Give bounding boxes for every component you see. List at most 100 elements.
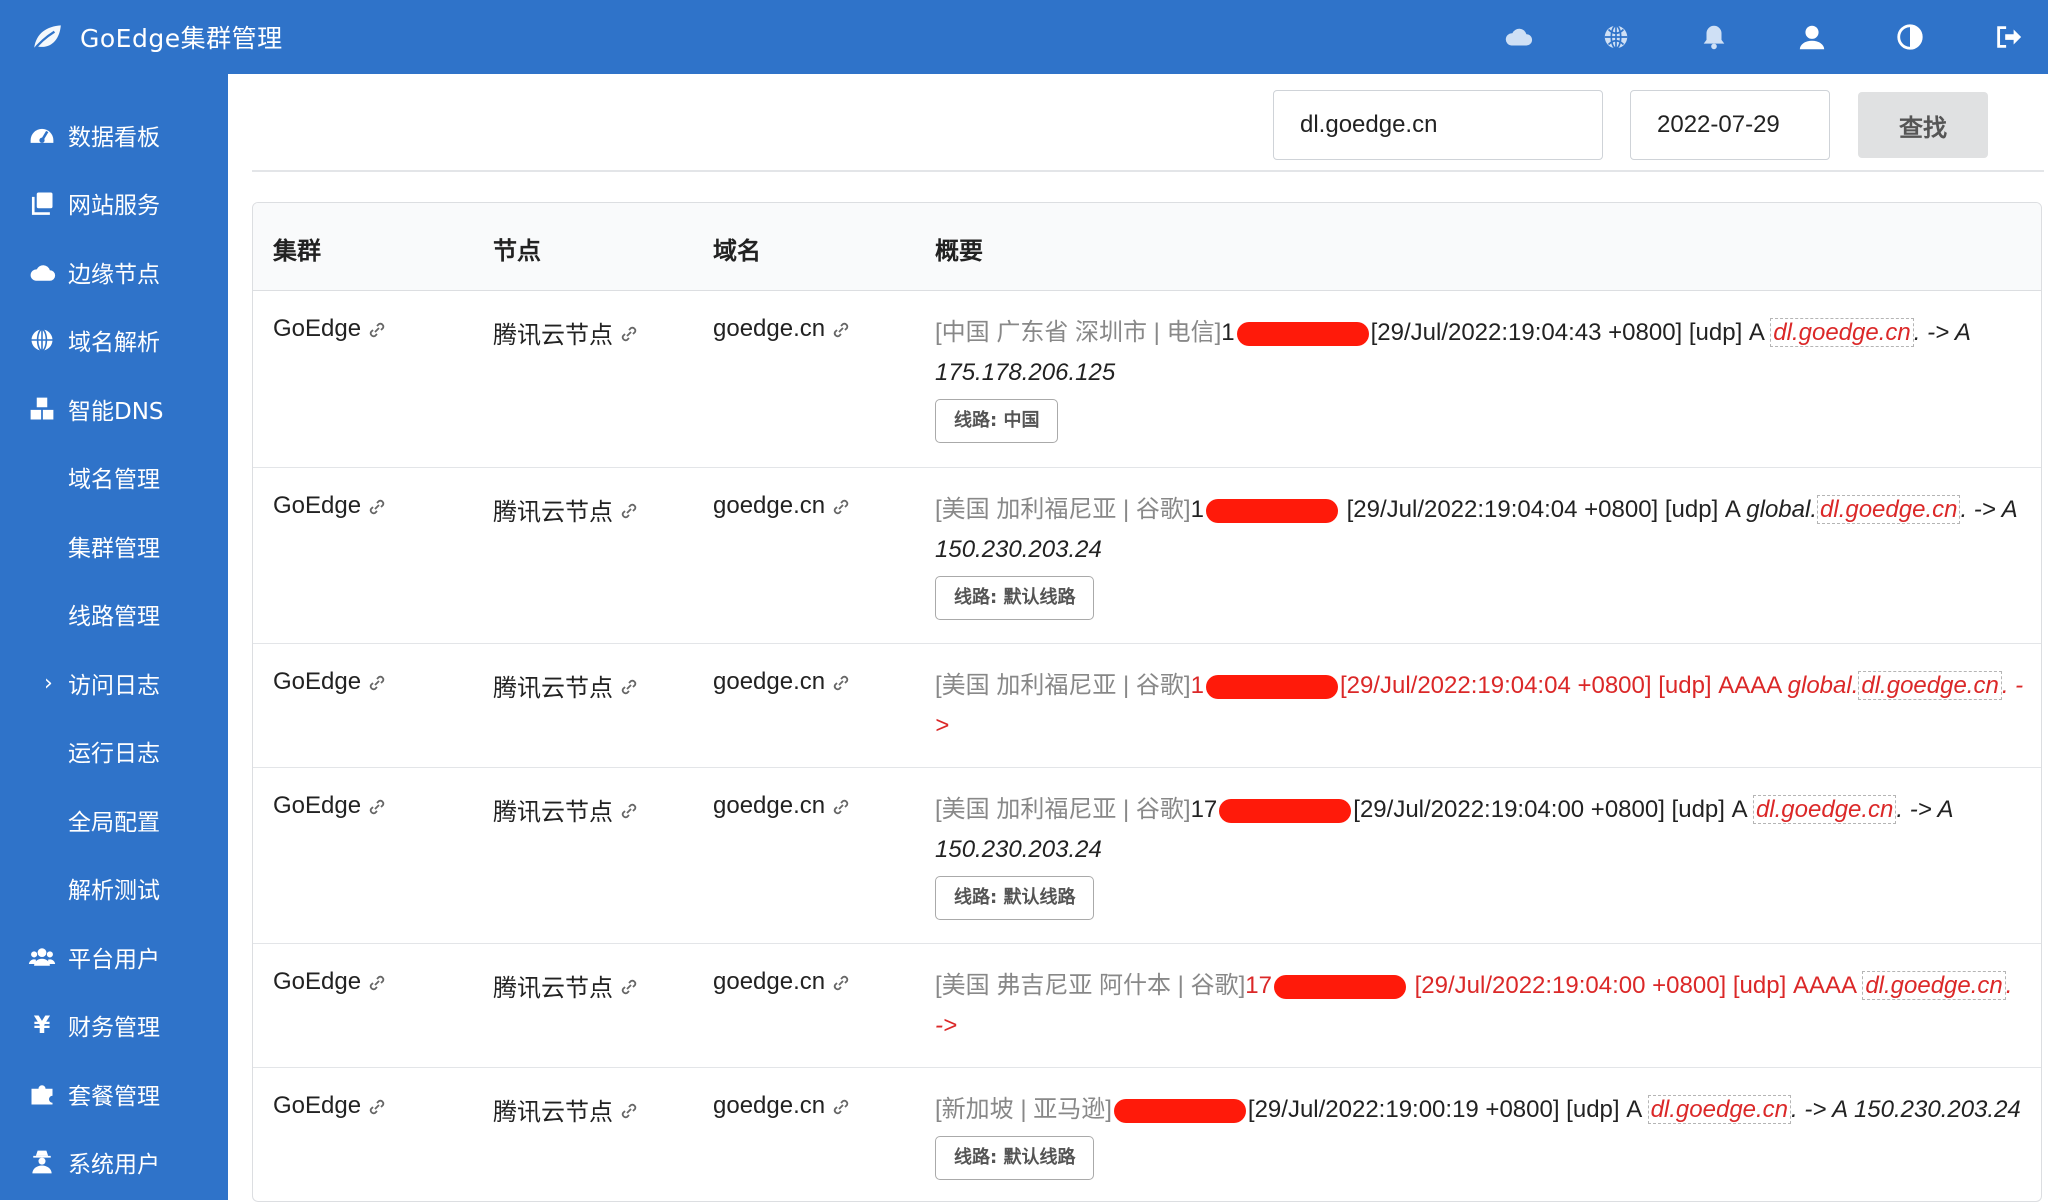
ip-fragment: 17 bbox=[1245, 972, 1272, 999]
cluster-cell[interactable]: GoEdge bbox=[273, 315, 387, 343]
location-text: [中国 广东省 深圳市 | 电信] bbox=[935, 319, 1222, 346]
cluster-cell[interactable]: GoEdge bbox=[273, 668, 387, 696]
sidebar-item-route-management[interactable]: 线路管理 bbox=[0, 584, 228, 644]
log-summary: [新加坡 | 亚马逊] [29/Jul/2022:19:00:19 +0800] … bbox=[935, 1090, 2025, 1180]
sidebar: 数据看板 网站服务 边缘节点 域名解析 智能DNS 域名管理 集群管理 线路管理… bbox=[0, 74, 228, 1200]
cluster-cell[interactable]: GoEdge bbox=[273, 968, 387, 996]
link-icon[interactable] bbox=[619, 800, 639, 820]
domain-cell[interactable]: goedge.cn bbox=[713, 1092, 851, 1120]
domain-cell-text: goedge.cn bbox=[713, 1092, 826, 1119]
yen-icon: ¥ bbox=[33, 1011, 51, 1039]
cluster-cell-text: GoEdge bbox=[273, 792, 362, 819]
link-icon[interactable] bbox=[367, 672, 387, 692]
sidebar-item-edge-nodes[interactable]: 边缘节点 bbox=[0, 242, 228, 302]
sidebar-item-dns-resolution[interactable]: 域名解析 bbox=[0, 310, 228, 370]
node-cell-text: 腾讯云节点 bbox=[493, 675, 613, 702]
ip-fragment: 1 bbox=[1190, 496, 1204, 523]
main-content: dl.goedge.cn 2022-07-29 查找 集群 节点 域名 概要 G… bbox=[228, 74, 2048, 1202]
node-cell[interactable]: 腾讯云节点 bbox=[493, 315, 639, 350]
link-icon[interactable] bbox=[831, 972, 851, 992]
link-icon[interactable] bbox=[619, 676, 639, 696]
sidebar-item-label: 解析测试 bbox=[68, 878, 160, 904]
link-icon[interactable] bbox=[367, 796, 387, 816]
sidebar-item-label: 平台用户 bbox=[68, 947, 160, 973]
cloud-icon bbox=[27, 257, 57, 287]
sidebar-item-access-logs[interactable]: › 访问日志 bbox=[0, 653, 228, 713]
link-icon[interactable] bbox=[831, 319, 851, 339]
node-cell[interactable]: 腾讯云节点 bbox=[493, 1092, 639, 1127]
link-icon[interactable] bbox=[619, 500, 639, 520]
query-domain-highlight: dl.goedge.cn bbox=[1647, 1095, 1792, 1124]
bell-icon[interactable] bbox=[1696, 19, 1732, 55]
link-icon[interactable] bbox=[831, 672, 851, 692]
link-icon[interactable] bbox=[367, 319, 387, 339]
domain-cell[interactable]: goedge.cn bbox=[713, 792, 851, 820]
sidebar-item-smart-dns[interactable]: 智能DNS bbox=[0, 379, 228, 439]
cluster-cell-text: GoEdge bbox=[273, 668, 362, 695]
sidebar-item-plans[interactable]: 套餐管理 bbox=[0, 1064, 228, 1124]
sidebar-item-run-logs[interactable]: 运行日志 bbox=[0, 721, 228, 781]
top-bar: GoEdge集群管理 bbox=[0, 0, 2048, 74]
sidebar-item-global-config[interactable]: 全局配置 bbox=[0, 790, 228, 850]
link-icon[interactable] bbox=[831, 796, 851, 816]
link-icon[interactable] bbox=[619, 976, 639, 996]
app-title: GoEdge集群管理 bbox=[80, 24, 283, 53]
node-cell-text: 腾讯云节点 bbox=[493, 975, 613, 1002]
domain-cell[interactable]: goedge.cn bbox=[713, 315, 851, 343]
search-button[interactable]: 查找 bbox=[1858, 92, 1988, 158]
domain-cell[interactable]: goedge.cn bbox=[713, 492, 851, 520]
node-cell-text: 腾讯云节点 bbox=[493, 322, 613, 349]
sidebar-item-resolve-test[interactable]: 解析测试 bbox=[0, 858, 228, 918]
link-icon[interactable] bbox=[619, 323, 639, 343]
link-icon[interactable] bbox=[367, 972, 387, 992]
user-icon[interactable] bbox=[1794, 19, 1830, 55]
domain-cell[interactable]: goedge.cn bbox=[713, 668, 851, 696]
link-icon[interactable] bbox=[367, 1096, 387, 1116]
cluster-cell-text: GoEdge bbox=[273, 492, 362, 519]
globe-icon[interactable] bbox=[1598, 19, 1634, 55]
link-icon[interactable] bbox=[619, 1100, 639, 1120]
sidebar-item-label: 访问日志 bbox=[68, 673, 160, 699]
sidebar-item-finance[interactable]: ¥ 财务管理 bbox=[0, 995, 228, 1055]
ip-fragment: 17 bbox=[1190, 796, 1218, 823]
sidebar-item-label: 智能DNS bbox=[68, 399, 164, 425]
log-summary: [中国 广东省 深圳市 | 电信]1 [29/Jul/2022:19:04:43 … bbox=[935, 313, 2025, 443]
sidebar-item-system-users[interactable]: 系统用户 bbox=[0, 1132, 228, 1192]
divider bbox=[252, 170, 2044, 172]
node-cell[interactable]: 腾讯云节点 bbox=[493, 968, 639, 1003]
link-icon[interactable] bbox=[831, 1096, 851, 1116]
cluster-cell[interactable]: GoEdge bbox=[273, 1092, 387, 1120]
table-header: 集群 节点 域名 概要 bbox=[253, 203, 2041, 291]
column-header-domain: 域名 bbox=[713, 237, 761, 265]
cloud-icon[interactable] bbox=[1500, 19, 1536, 55]
sidebar-item-domain-management[interactable]: 域名管理 bbox=[0, 447, 228, 507]
query-domain-highlight: dl.goedge.cn bbox=[1752, 795, 1897, 824]
sidebar-item-label: 线路管理 bbox=[68, 604, 160, 630]
domain-cell[interactable]: goedge.cn bbox=[713, 968, 851, 996]
sidebar-item-label: 集群管理 bbox=[68, 536, 160, 562]
table-row: GoEdge 腾讯云节点 goedge.cn [美国 加利福尼亚 | 谷歌]17 [29… bbox=[253, 768, 2041, 944]
link-icon[interactable] bbox=[367, 496, 387, 516]
node-cell[interactable]: 腾讯云节点 bbox=[493, 668, 639, 703]
log-summary: [美国 加利福尼亚 | 谷歌]1 [29/Jul/2022:19:04:04 +… bbox=[935, 490, 2025, 620]
sidebar-item-platform-users[interactable]: 平台用户 bbox=[0, 927, 228, 987]
redaction-mark bbox=[1113, 1098, 1246, 1123]
leaf-logo-icon bbox=[32, 25, 61, 52]
contrast-icon[interactable] bbox=[1892, 19, 1928, 55]
date-input[interactable]: 2022-07-29 bbox=[1630, 90, 1830, 160]
logout-icon[interactable] bbox=[1990, 19, 2026, 55]
sidebar-item-websites[interactable]: 网站服务 bbox=[0, 173, 228, 233]
node-cell[interactable]: 腾讯云节点 bbox=[493, 792, 639, 827]
sidebar-item-dashboard[interactable]: 数据看板 bbox=[0, 105, 228, 165]
sidebar-item-cluster-management[interactable]: 集群管理 bbox=[0, 516, 228, 576]
ip-fragment: 1 bbox=[1221, 319, 1235, 346]
redaction-mark bbox=[1273, 974, 1406, 999]
domain-search-input[interactable]: dl.goedge.cn bbox=[1273, 90, 1603, 160]
link-icon[interactable] bbox=[831, 496, 851, 516]
cluster-cell[interactable]: GoEdge bbox=[273, 492, 387, 520]
cluster-cell[interactable]: GoEdge bbox=[273, 792, 387, 820]
log-summary: [美国 加利福尼亚 | 谷歌]17 [29/Jul/2022:19:04:00 +… bbox=[935, 790, 2025, 920]
column-header-summary: 概要 bbox=[935, 237, 983, 265]
column-header-node: 节点 bbox=[493, 237, 541, 265]
node-cell[interactable]: 腾讯云节点 bbox=[493, 492, 639, 527]
